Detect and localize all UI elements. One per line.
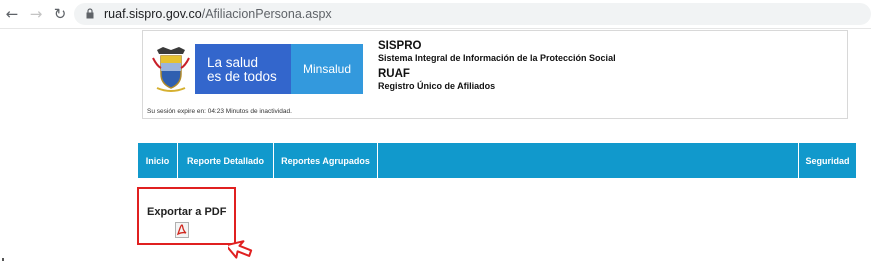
main-menu: Inicio Reporte Detallado Reportes Agrupa… xyxy=(138,143,856,178)
ruaf-subtitle: Registro Único de Afiliados xyxy=(378,81,496,91)
arrow-left-icon[interactable]: ← xyxy=(2,4,22,24)
banner-line-2: es de todos xyxy=(207,69,277,84)
export-pdf-label: Exportar a PDF xyxy=(147,206,227,218)
arrow-right-icon[interactable]: → xyxy=(26,4,46,24)
lock-icon xyxy=(86,8,94,19)
url-path: /AfiliacionPersona.aspx xyxy=(201,7,332,21)
pointer-arrow-icon xyxy=(228,240,253,259)
menu-item-reporte-detallado[interactable]: Reporte Detallado xyxy=(178,143,274,178)
browser-toolbar: ← → ↻ ruaf.sispro.gov.co/AfiliacionPerso… xyxy=(0,0,871,29)
banner-line-1: La salud xyxy=(207,55,259,70)
system-subtitle: Sistema Integral de Información de la Pr… xyxy=(378,53,616,63)
menu-item-inicio[interactable]: Inicio xyxy=(138,143,178,178)
coat-of-arms-logo xyxy=(149,44,193,94)
pdf-icon[interactable] xyxy=(175,222,189,238)
address-bar[interactable]: ruaf.sispro.gov.co/AfiliacionPersona.asp… xyxy=(74,3,871,25)
menu-item-reportes-agrupados[interactable]: Reportes Agrupados xyxy=(274,143,378,178)
session-timeout-text: Su sesión expire en: 04:23 Minutos de in… xyxy=(147,108,292,115)
system-info: SISPRO Sistema Integral de Información d… xyxy=(378,40,616,92)
banner-minsalud: Minsalud xyxy=(291,44,363,94)
edge-mark xyxy=(2,258,4,261)
reload-icon[interactable]: ↻ xyxy=(50,4,70,24)
menu-item-seguridad[interactable]: Seguridad xyxy=(798,143,856,178)
menu-spacer xyxy=(378,143,798,178)
export-highlight-box: Exportar a PDF xyxy=(137,187,236,245)
banner-slogan: La salud es de todos xyxy=(195,44,291,94)
url-text: ruaf.sispro.gov.co/AfiliacionPersona.asp… xyxy=(104,7,332,21)
url-host: ruaf.sispro.gov.co xyxy=(104,7,202,21)
system-title: SISPRO xyxy=(378,40,422,52)
ruaf-title: RUAF xyxy=(378,68,410,80)
header-panel: La salud es de todos Minsalud SISPRO Sis… xyxy=(142,30,848,119)
